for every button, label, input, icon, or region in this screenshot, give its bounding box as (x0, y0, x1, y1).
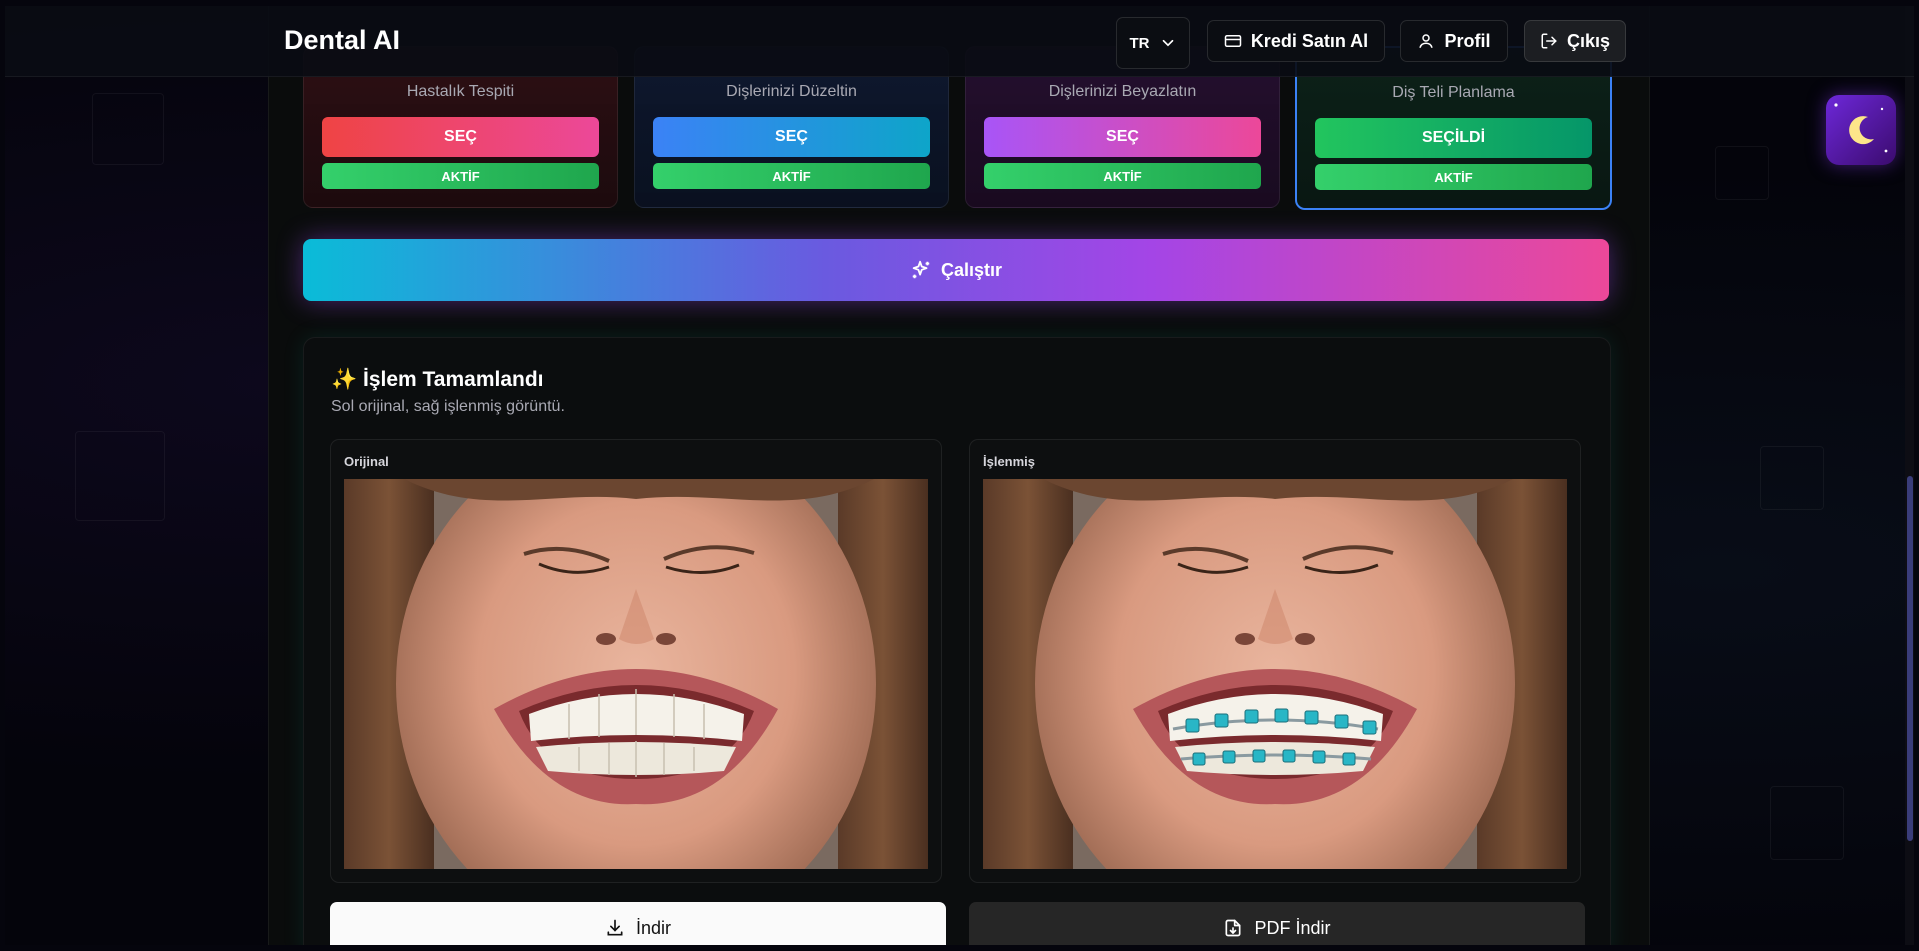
card-subtitle: Diş Teli Planlama (1392, 84, 1515, 101)
scrollbar-thumb[interactable] (1907, 476, 1913, 841)
buy-credits-label: Kredi Satın Al (1250, 30, 1369, 51)
decorative-square (1770, 786, 1844, 860)
sparkles-icon (912, 260, 930, 279)
selected-button[interactable]: SEÇİLDİ (1315, 118, 1592, 158)
active-badge: AKTİF (984, 163, 1261, 189)
moon-icon (1834, 103, 1888, 153)
active-badge: AKTİF (322, 163, 599, 189)
original-image (344, 479, 928, 869)
download-label: İndir (635, 917, 671, 938)
decorative-square (1715, 146, 1769, 200)
original-label: Orijinal (344, 454, 389, 469)
run-button[interactable]: Çalıştır (303, 239, 1609, 301)
original-image-panel: Orijinal (330, 439, 942, 883)
download-icon (607, 919, 623, 936)
buy-credits-button[interactable]: Kredi Satın Al (1207, 20, 1385, 62)
user-icon (1419, 34, 1434, 48)
active-badge: AKTİF (1315, 164, 1592, 190)
processed-image-panel: İşlenmiş (969, 439, 1581, 883)
scrollbar-track[interactable] (1905, 6, 1914, 945)
pdf-download-label: PDF İndir (1254, 917, 1331, 938)
processed-label: İşlenmiş (983, 454, 1036, 469)
credit-card-icon (1224, 35, 1242, 47)
select-button[interactable]: SEÇ (984, 117, 1261, 157)
select-button[interactable]: SEÇ (322, 117, 599, 157)
app-window: Hastalık Tespiti SEÇ AKTİF Dişlerinizi D… (5, 6, 1914, 945)
sparkle-emoji: ✨ (331, 368, 358, 391)
pdf-download-button[interactable]: PDF İndir (969, 902, 1585, 945)
result-title: İşlem Tamamlandı (363, 368, 544, 391)
download-button[interactable]: İndir (330, 902, 946, 945)
profile-button[interactable]: Profil (1400, 20, 1508, 62)
profile-label: Profil (1444, 30, 1491, 51)
top-navbar: Dental AI TR Kredi Satın Al Profil Çıkış (5, 6, 1914, 77)
logout-icon (1541, 33, 1557, 49)
result-card: ✨ İşlem Tamamlandı Sol orijinal, sağ işl… (303, 337, 1611, 945)
decorative-square (92, 93, 164, 165)
result-subtitle: Sol orijinal, sağ işlenmiş görüntü. (331, 398, 565, 415)
select-button[interactable]: SEÇ (653, 117, 930, 157)
chevron-down-icon (1162, 39, 1173, 47)
decorative-square (75, 431, 165, 521)
processed-image (983, 479, 1567, 869)
result-heading: ✨ İşlem Tamamlandı (331, 368, 544, 392)
file-download-icon (1225, 919, 1241, 937)
logout-label: Çıkış (1566, 30, 1611, 51)
decorative-square (1760, 446, 1824, 510)
card-subtitle: Dişlerinizi Beyazlatın (1048, 83, 1197, 100)
theme-toggle-button[interactable] (1826, 95, 1896, 165)
language-code: TR (1129, 34, 1150, 52)
active-badge: AKTİF (653, 163, 930, 189)
run-label: Çalıştır (940, 259, 1003, 280)
card-subtitle: Hastalık Tespiti (406, 83, 515, 100)
card-subtitle: Dişlerinizi Düzeltin (726, 83, 857, 100)
brand-title: Dental AI (284, 25, 401, 55)
language-selector[interactable]: TR (1116, 17, 1190, 69)
logout-button[interactable]: Çıkış (1524, 20, 1626, 62)
